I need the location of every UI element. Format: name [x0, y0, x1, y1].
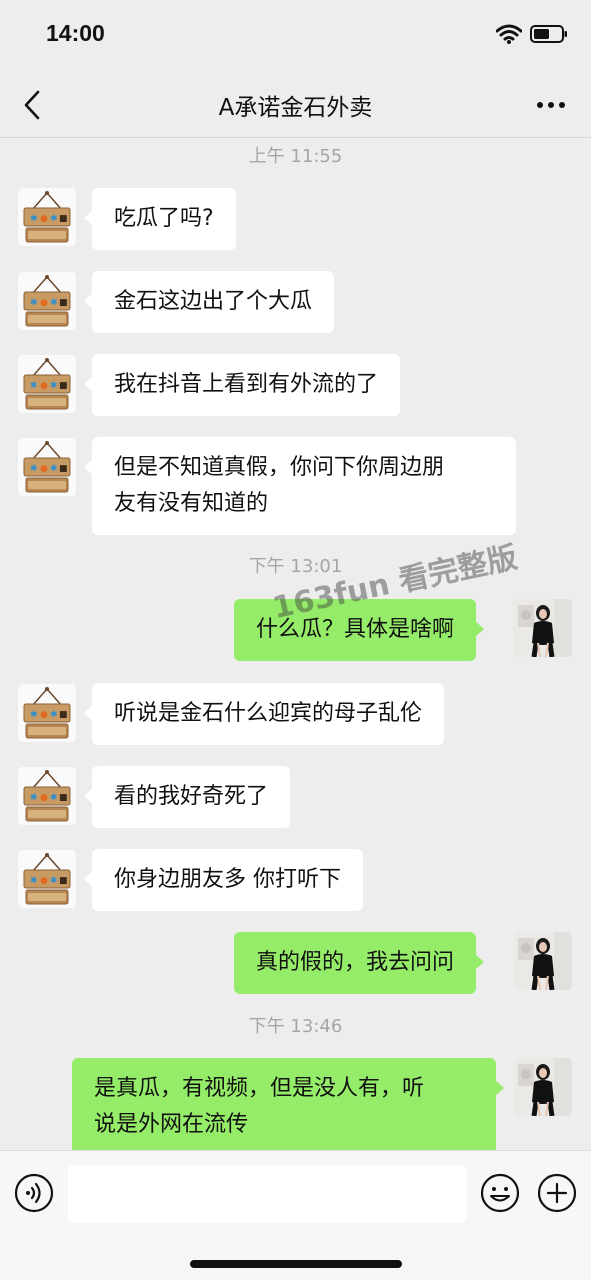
received-message[interactable]: 但是不知道真假，你问下你周边朋 友有没有知道的 [84, 437, 516, 535]
received-message[interactable]: 看的我好奇死了 [83, 766, 291, 828]
message-line: 但是不知道真假，你问下你周边朋 [114, 455, 445, 480]
shop-sign-icon [18, 188, 76, 246]
status-time: 14:00 [46, 20, 105, 46]
sent-message[interactable]: 真的假的，我去问问 [234, 932, 485, 994]
self-avatar[interactable] [514, 932, 572, 990]
shop-sign-icon [18, 767, 76, 825]
sent-message[interactable]: 什么瓜？具体是啥啊 [234, 599, 485, 661]
received-message[interactable]: 我在抖音上看到有外流的了 [83, 354, 401, 416]
contact-avatar[interactable] [18, 272, 76, 330]
timestamp: 下午 13:01 [248, 556, 343, 577]
chat-title: A承诺金石外卖 [218, 95, 373, 121]
contact-avatar[interactable] [18, 684, 76, 742]
message-input[interactable] [68, 1165, 466, 1223]
received-message[interactable]: 你身边朋友多 你打听下 [84, 849, 363, 911]
shop-sign-icon [18, 438, 76, 496]
received-message[interactable]: 吃瓜了吗? [84, 188, 236, 250]
profile-photo [514, 1058, 572, 1116]
profile-photo [514, 932, 572, 990]
contact-avatar[interactable] [18, 850, 76, 908]
self-avatar[interactable] [514, 1058, 572, 1116]
battery-icon [530, 25, 567, 43]
message-line: 友有没有知道的 [114, 491, 269, 516]
contact-avatar[interactable] [18, 438, 76, 496]
voice-icon[interactable] [14, 1173, 54, 1213]
contact-avatar[interactable] [18, 767, 76, 825]
shop-sign-icon [18, 355, 76, 413]
sent-message[interactable]: 是真瓜，有视频，但是没人有，听 说是外网在流传 [72, 1058, 504, 1150]
home-indicator [190, 1260, 402, 1268]
more-icon[interactable] [534, 90, 568, 120]
timestamp: 下午 13:46 [248, 1016, 343, 1037]
plus-icon[interactable] [537, 1173, 577, 1213]
contact-avatar[interactable] [18, 355, 76, 413]
received-message[interactable]: 听说是金石什么迎宾的母子乱伦 [83, 683, 445, 745]
profile-photo [514, 599, 572, 657]
shop-sign-icon [18, 684, 76, 742]
status-bar: 14:00 [0, 0, 591, 70]
chat-header: A承诺金石外卖 [0, 70, 591, 138]
message-line: 是真瓜，有视频，但是没人有，听 [94, 1076, 425, 1101]
timestamp: 上午 11:55 [248, 146, 343, 167]
emoji-icon[interactable] [480, 1173, 520, 1213]
contact-avatar[interactable] [18, 188, 76, 246]
message-line: 说是外网在流传 [94, 1112, 249, 1137]
shop-sign-icon [18, 272, 76, 330]
received-message[interactable]: 金石这边出了个大瓜 [83, 271, 335, 333]
shop-sign-icon [18, 850, 76, 908]
wifi-icon [496, 24, 522, 44]
self-avatar[interactable] [514, 599, 572, 657]
